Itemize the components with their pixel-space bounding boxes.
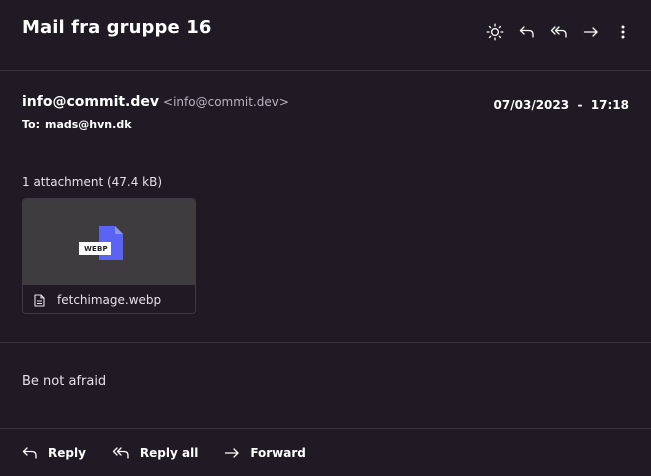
forward-button[interactable]: Forward [224,446,306,460]
more-options-button[interactable] [607,20,639,44]
reply-all-icon [550,26,567,38]
reply-all-label: Reply all [139,446,199,460]
forward-toolbar-button[interactable] [575,20,607,44]
email-subject: Mail fra gruppe 16 [22,17,212,38]
theme-toggle-button[interactable] [479,20,511,44]
email-meta: info@commit.dev <info@commit.dev> 07/03/… [22,94,629,131]
forward-icon [583,27,598,37]
recipient-row: To: mads@hvn.dk [22,118,629,131]
webp-file-icon [79,226,123,260]
sender-email: <info@commit.dev> [163,95,289,109]
attachment-count: 1 attachment (47.4 kB) [22,175,163,189]
reply-all-icon [112,447,129,459]
sun-icon [486,23,504,41]
email-header: Mail fra gruppe 16 [0,0,651,71]
to-label: To: [22,118,40,131]
attachment-card[interactable]: WEBP fetchimage.webp [22,198,196,314]
more-vertical-icon [621,25,625,39]
email-date: 07/03/2023 - 17:18 [493,98,629,112]
document-icon [34,293,45,307]
attachment-preview: WEBP [23,199,195,284]
divider [0,342,651,343]
email-toolbar [479,20,639,44]
file-type-badge: WEBP [84,245,108,253]
sender-name[interactable]: info@commit.dev [22,94,159,110]
forward-icon [225,448,239,458]
email-body: Be not afraid [22,374,107,389]
reply-button[interactable]: Reply [22,446,86,460]
reply-label: Reply [48,446,86,460]
attachment-filename: fetchimage.webp [57,293,162,307]
attachment-footer: fetchimage.webp [23,284,195,313]
recipient-email[interactable]: mads@hvn.dk [45,118,132,131]
reply-toolbar-button[interactable] [511,20,543,44]
forward-label: Forward [250,446,306,460]
email-actions: Reply Reply all Forward [22,446,332,460]
divider [0,428,651,429]
reply-all-toolbar-button[interactable] [543,20,575,44]
reply-icon [519,26,534,38]
reply-icon [22,447,37,459]
reply-all-button[interactable]: Reply all [112,446,198,460]
